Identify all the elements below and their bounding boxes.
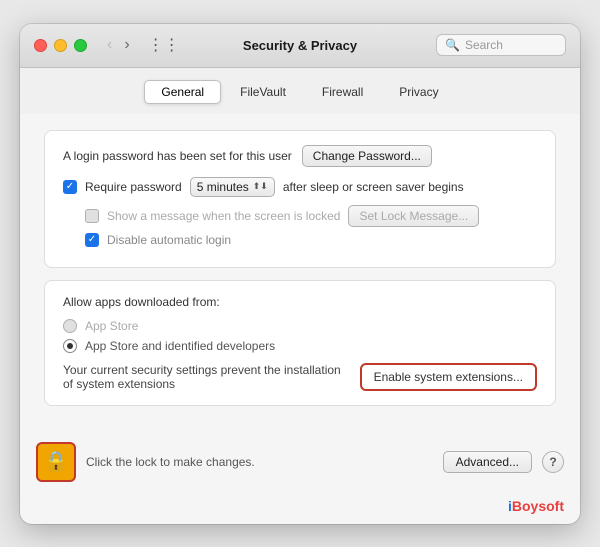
brand-boysoft: Boysoft bbox=[512, 498, 564, 514]
login-section: A login password has been set for this u… bbox=[44, 130, 556, 268]
close-button[interactable] bbox=[34, 39, 47, 52]
app-store-identified-label: App Store and identified developers bbox=[85, 339, 275, 353]
lock-message-text: Click the lock to make changes. bbox=[86, 455, 433, 469]
chevron-up-down-icon: ⬆⬇ bbox=[253, 181, 268, 192]
nav-buttons: ‹ › bbox=[103, 35, 134, 55]
show-message-row: Show a message when the screen is locked… bbox=[85, 205, 537, 227]
require-password-row: ✓ Require password 5 minutes ⬆⬇ after sl… bbox=[63, 177, 537, 197]
minimize-button[interactable] bbox=[54, 39, 67, 52]
grid-button[interactable]: ⋮⋮ bbox=[144, 33, 184, 57]
brand-area: iBoysoft bbox=[20, 494, 580, 524]
app-store-radio[interactable] bbox=[63, 319, 77, 333]
window-title: Security & Privacy bbox=[243, 38, 357, 53]
set-lock-message-button[interactable]: Set Lock Message... bbox=[348, 205, 479, 227]
lock-icon[interactable]: 🔒 bbox=[36, 442, 76, 482]
allow-apps-title: Allow apps downloaded from: bbox=[63, 295, 537, 309]
disable-auto-login-label: Disable automatic login bbox=[107, 233, 231, 247]
main-window: ‹ › ⋮⋮ Security & Privacy 🔍 General File… bbox=[20, 24, 580, 524]
checkmark-icon: ✓ bbox=[66, 182, 74, 192]
app-store-row: App Store bbox=[63, 319, 537, 333]
show-message-checkbox[interactable] bbox=[85, 209, 99, 223]
back-button[interactable]: ‹ bbox=[103, 35, 116, 55]
tab-filevault[interactable]: FileVault bbox=[223, 80, 303, 104]
tab-firewall[interactable]: Firewall bbox=[305, 80, 380, 104]
titlebar: ‹ › ⋮⋮ Security & Privacy 🔍 bbox=[20, 24, 580, 68]
require-password-label: Require password bbox=[85, 180, 182, 194]
ext-warning-text: Your current security settings prevent t… bbox=[63, 363, 348, 391]
disable-auto-login-checkbox[interactable]: ✓ bbox=[85, 233, 99, 247]
search-input[interactable] bbox=[465, 38, 557, 52]
dropdown-value: 5 minutes bbox=[197, 180, 249, 194]
tabs-row: General FileVault Firewall Privacy bbox=[20, 68, 580, 114]
search-box[interactable]: 🔍 bbox=[436, 34, 566, 56]
app-store-label: App Store bbox=[85, 319, 138, 333]
tab-general[interactable]: General bbox=[144, 80, 221, 104]
disable-auto-login-row: ✓ Disable automatic login bbox=[85, 233, 537, 247]
forward-button[interactable]: › bbox=[120, 35, 133, 55]
tab-privacy[interactable]: Privacy bbox=[382, 80, 455, 104]
advanced-button[interactable]: Advanced... bbox=[443, 451, 532, 473]
login-password-text: A login password has been set for this u… bbox=[63, 149, 292, 163]
radio-dot-icon bbox=[67, 343, 73, 349]
login-row: A login password has been set for this u… bbox=[63, 145, 537, 167]
extensions-row: Your current security settings prevent t… bbox=[63, 363, 537, 391]
brand-logo: iBoysoft bbox=[508, 498, 564, 514]
after-sleep-text: after sleep or screen saver begins bbox=[283, 180, 464, 194]
allow-apps-section: Allow apps downloaded from: App Store Ap… bbox=[44, 280, 556, 406]
app-store-identified-radio[interactable] bbox=[63, 339, 77, 353]
search-icon: 🔍 bbox=[445, 38, 460, 52]
help-button[interactable]: ? bbox=[542, 451, 564, 473]
traffic-lights bbox=[34, 39, 87, 52]
app-store-identified-row: App Store and identified developers bbox=[63, 339, 537, 353]
time-dropdown[interactable]: 5 minutes ⬆⬇ bbox=[190, 177, 275, 197]
enable-extensions-button[interactable]: Enable system extensions... bbox=[360, 363, 537, 391]
require-password-checkbox[interactable]: ✓ bbox=[63, 180, 77, 194]
show-message-label: Show a message when the screen is locked bbox=[107, 209, 340, 223]
content-area: A login password has been set for this u… bbox=[20, 114, 580, 434]
maximize-button[interactable] bbox=[74, 39, 87, 52]
bottom-bar: 🔒 Click the lock to make changes. Advanc… bbox=[20, 434, 580, 494]
checkmark-icon: ✓ bbox=[88, 235, 96, 245]
change-password-button[interactable]: Change Password... bbox=[302, 145, 432, 167]
